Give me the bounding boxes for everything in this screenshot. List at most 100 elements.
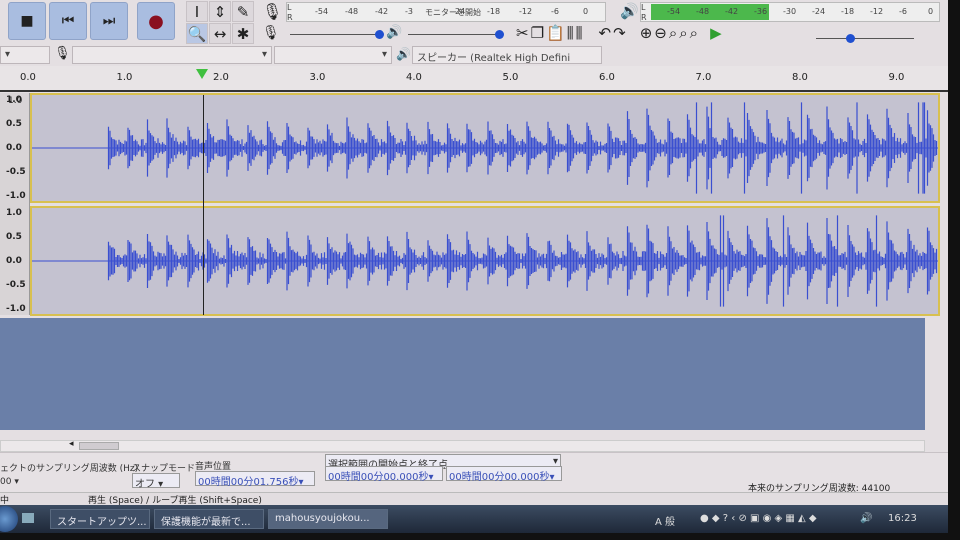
meter-tick: -18 <box>487 7 501 16</box>
track-name[interactable]: 1.0 <box>8 96 22 106</box>
host-dropdown[interactable]: ▾ <box>0 46 50 64</box>
ruler-tick: 6.0 <box>599 72 615 83</box>
output-speaker-icon: 🔊 <box>396 47 411 61</box>
input-device-dropdown[interactable]: ▾ <box>72 46 272 64</box>
amplitude-tick: 0.5 <box>6 232 22 242</box>
ruler-tick: 8.0 <box>792 72 808 83</box>
ruler-tick: 3.0 <box>309 72 326 83</box>
amplitude-tick: -1.0 <box>6 304 26 314</box>
speaker-icon: 🔊 <box>620 2 639 20</box>
cursor-line <box>203 95 204 315</box>
amplitude-tick: 0.0 <box>6 143 22 153</box>
meter-tick: -30 <box>783 7 797 16</box>
zoom-out-icon[interactable]: ⊖ <box>654 24 667 42</box>
meter-tick: -12 <box>870 7 884 16</box>
play-volume-icon: 🔊 <box>386 25 403 40</box>
meter-tick: 0 <box>928 7 934 16</box>
silence-icon[interactable]: ⫼ <box>576 24 583 42</box>
zoom-toggle-icon[interactable]: ⌕ <box>690 24 698 42</box>
scrollbar-thumb[interactable] <box>79 442 119 450</box>
skip-end-button[interactable]: ⏭ <box>90 2 128 40</box>
ruler-tick: 0.0 <box>20 72 36 83</box>
copy-icon[interactable]: ❐ <box>531 24 544 42</box>
redo-icon[interactable]: ↷ <box>613 24 626 42</box>
meter-tick: -3 <box>405 7 413 16</box>
waveform-left <box>32 102 938 194</box>
project-rate-label: ェクトのサンプリング周波数 (Hz) <box>0 464 139 474</box>
start-button[interactable] <box>0 506 18 532</box>
record-button[interactable]: ● <box>137 2 175 40</box>
undo-icon[interactable]: ↶ <box>599 24 612 42</box>
meter-tick: -48 <box>696 7 710 16</box>
select-tool[interactable]: I <box>186 1 208 22</box>
horizontal-scrollbar[interactable]: ◂ <box>0 439 925 452</box>
show-desktop-icon[interactable] <box>22 513 34 523</box>
meter-tick: 24 <box>455 7 466 16</box>
selection-start-field[interactable]: 00時間00分00.000秒▾ <box>325 466 443 483</box>
ruler-tick: 5.0 <box>502 72 519 83</box>
track-channel-right[interactable] <box>30 206 940 316</box>
amplitude-tick: -1.0 <box>6 191 26 201</box>
zoom-tool[interactable]: 🔍 <box>186 23 208 44</box>
meter-tick: -12 <box>519 7 533 16</box>
stop-button[interactable]: ■ <box>8 2 46 40</box>
waveform-right <box>32 215 938 307</box>
meter-tick: -24 <box>812 7 826 16</box>
envelope-tool[interactable]: ⇕ <box>209 1 231 22</box>
timeshift-tool[interactable]: ↔ <box>209 23 231 44</box>
fit-selection-icon[interactable]: ⌕ <box>669 24 677 42</box>
track-channel-left[interactable] <box>30 93 940 203</box>
cut-icon[interactable]: ✂ <box>516 24 529 42</box>
volume-tray-icon[interactable]: 🔊 <box>860 513 872 524</box>
meter-tick: -42 <box>375 7 389 16</box>
input-mic-icon: 🎙 <box>54 46 71 61</box>
play-speed-slider[interactable] <box>816 34 914 43</box>
fit-project-icon[interactable]: ⌕ <box>679 24 687 42</box>
amplitude-tick: 0.0 <box>6 256 22 266</box>
meter-tick: -6 <box>551 7 559 16</box>
amplitude-tick: -0.5 <box>6 167 26 177</box>
record-meter[interactable]: LR -54 -48 -42 -3 モニターを開始 24 -18 -12 -6 0 <box>286 2 606 22</box>
output-device-dropdown[interactable]: スピーカー (Realtek High Defini <box>412 46 602 64</box>
tools-toolbar: I ⇕ ✎ 🔍 ↔ ✱ <box>186 1 254 44</box>
ime-indicator[interactable]: A 般 <box>655 513 675 528</box>
meter-tick: 0 <box>583 7 589 16</box>
taskbar: スタートアップツ... 保護機能が最新で... mahousyoujokou..… <box>0 505 948 533</box>
meter-tick: -18 <box>841 7 855 16</box>
trim-icon[interactable]: ⫼ <box>567 24 574 42</box>
playback-meter[interactable]: LR -54 -48 -42 -36 -30 -24 -18 -12 -6 0 <box>640 2 940 22</box>
meter-tick: モニターを開始 <box>425 8 481 17</box>
zoom-in-icon[interactable]: ⊕ <box>640 24 653 42</box>
ruler-tick: 4.0 <box>406 72 422 83</box>
draw-tool[interactable]: ✎ <box>232 1 254 22</box>
tray-icons[interactable]: ● ◆ ? ‹ ⊘ ▣ ◉ ◈ ▦ ◭ ◆ <box>700 513 817 524</box>
playback-volume-slider[interactable] <box>408 30 504 39</box>
ruler-tick: 7.0 <box>695 72 712 83</box>
timeline-ruler[interactable]: 0.0 1.0 2.0 3.0 4.0 5.0 6.0 7.0 8.0 9.0 <box>0 66 948 92</box>
amplitude-tick: 1.0 <box>6 208 22 218</box>
ruler-tick: 9.0 <box>888 72 905 83</box>
microphone-icon: 🎙 <box>262 2 283 21</box>
actual-rate: 本来のサンプリング周波数: 44100 <box>748 484 891 494</box>
clock: 16:23 <box>888 513 917 524</box>
audio-position-field[interactable]: 00時間00分01.756秒▾ <box>195 471 315 488</box>
taskbar-item[interactable]: 保護機能が最新で... <box>154 509 264 529</box>
transport-toolbar: ■ ⏮ ⏭ ● <box>8 2 178 40</box>
amplitude-tick: 0.5 <box>6 119 22 129</box>
multi-tool[interactable]: ✱ <box>232 23 254 44</box>
record-volume-slider[interactable] <box>290 30 384 39</box>
play-at-speed-icon[interactable]: ▶ <box>710 24 722 42</box>
paste-icon[interactable]: 📋 <box>546 24 565 42</box>
skip-start-button[interactable]: ⏮ <box>49 2 87 40</box>
meter-tick: -54 <box>315 7 329 16</box>
project-rate-dropdown[interactable]: 00 ▾ <box>0 477 40 487</box>
taskbar-item-active[interactable]: mahousyoujokou... <box>268 509 388 529</box>
amplitude-tick: -0.5 <box>6 280 26 290</box>
taskbar-item[interactable]: スタートアップツ... <box>50 509 150 529</box>
playhead-marker[interactable] <box>196 69 208 79</box>
snap-dropdown[interactable]: オフ ▾ <box>132 473 180 490</box>
channels-dropdown[interactable]: ▾ <box>274 46 392 64</box>
empty-track-area[interactable] <box>0 318 925 430</box>
meter-tick: -6 <box>899 7 907 16</box>
selection-end-field[interactable]: 00時間00分00.000秒▾ <box>446 466 562 483</box>
